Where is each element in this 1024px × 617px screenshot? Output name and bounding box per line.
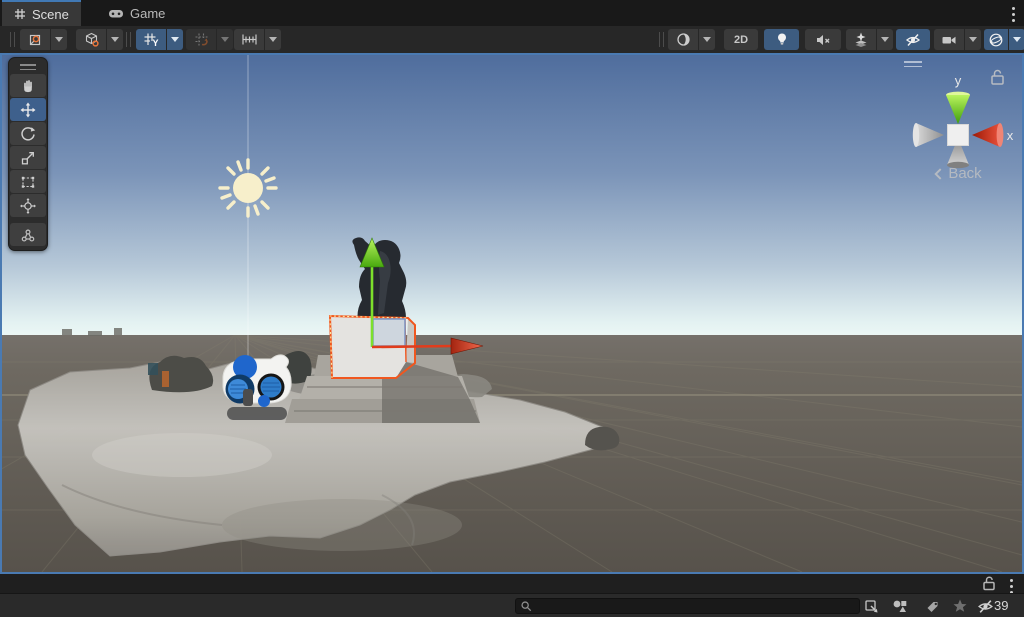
toolbar-separator bbox=[659, 32, 664, 47]
effects-dropdown[interactable] bbox=[877, 29, 893, 50]
scale-tool-button[interactable] bbox=[10, 146, 46, 169]
gizmo-globe-icon bbox=[988, 32, 1004, 48]
object-types-icon[interactable] bbox=[891, 597, 909, 615]
grid-snap-icon bbox=[194, 32, 209, 47]
eye-slash-icon[interactable] bbox=[976, 597, 994, 615]
2d-toggle-button[interactable]: 2D bbox=[724, 29, 758, 50]
tool-handle-dropdown[interactable] bbox=[107, 29, 123, 50]
tool-settings-dropdown[interactable] bbox=[51, 29, 67, 50]
gizmos-dropdown[interactable] bbox=[1009, 29, 1024, 50]
lightbulb-icon bbox=[775, 32, 789, 47]
xy-plane-handle[interactable] bbox=[373, 319, 405, 346]
scale-icon bbox=[20, 150, 36, 166]
gizmos-button[interactable] bbox=[984, 29, 1024, 50]
effects-button[interactable] bbox=[846, 29, 893, 50]
rotate-icon bbox=[20, 126, 36, 142]
gizmo-center-cube[interactable] bbox=[948, 125, 969, 146]
star-icon[interactable] bbox=[951, 597, 969, 615]
grid-snapping-button[interactable] bbox=[186, 29, 233, 50]
unlocked-padlock-icon[interactable] bbox=[982, 576, 996, 591]
tool-handle-rotation-button[interactable] bbox=[76, 29, 123, 50]
transform-combined-icon bbox=[20, 198, 36, 214]
tab-scene[interactable]: Scene bbox=[2, 0, 81, 26]
shaded-sphere-icon bbox=[676, 32, 691, 47]
kebab-menu-icon[interactable] bbox=[1006, 7, 1020, 22]
custom-tool-button[interactable] bbox=[10, 223, 46, 246]
camera-dropdown[interactable] bbox=[965, 29, 981, 50]
status-bar: 39 bbox=[0, 593, 1024, 617]
search-icon bbox=[520, 600, 532, 612]
eye-slash-icon bbox=[905, 32, 921, 48]
draw-mode-button[interactable] bbox=[668, 29, 715, 50]
gizmo-neg-x-axis[interactable] bbox=[913, 123, 944, 147]
transform-tool-button[interactable] bbox=[10, 194, 46, 217]
tag-icon[interactable] bbox=[923, 597, 941, 615]
grid-visibility-dropdown[interactable] bbox=[167, 29, 183, 50]
tab-bar: Scene Game bbox=[0, 0, 1024, 26]
effects-sparkle-icon bbox=[853, 32, 869, 48]
hidden-count: 39 bbox=[994, 598, 1008, 613]
toolbar-separator bbox=[126, 32, 131, 47]
grid-visibility-button[interactable]: Y bbox=[136, 29, 183, 50]
ruler-ticks-icon bbox=[241, 33, 258, 46]
scene-footer-bar bbox=[0, 574, 1024, 593]
camera-settings-button[interactable] bbox=[934, 29, 981, 50]
unlocked-padlock-icon[interactable] bbox=[992, 71, 1003, 85]
gizmo-y-label: y bbox=[955, 73, 962, 88]
tool-settings-button[interactable] bbox=[20, 29, 67, 50]
gizmo-back-label: Back bbox=[948, 165, 981, 182]
gizmo-back-button[interactable]: Back bbox=[896, 165, 1022, 182]
hand-icon bbox=[20, 78, 36, 94]
pivot-icon bbox=[28, 33, 42, 47]
view-tool-button[interactable] bbox=[10, 74, 46, 97]
pick-frame-icon[interactable] bbox=[862, 597, 880, 615]
rect-corners-icon bbox=[20, 174, 36, 190]
tool-palette bbox=[8, 57, 48, 251]
tab-game-label: Game bbox=[130, 6, 165, 21]
headset-object[interactable] bbox=[223, 355, 291, 420]
gizmo-x-axis[interactable] bbox=[972, 123, 1003, 147]
move-tool-button[interactable] bbox=[10, 98, 46, 121]
grid-hash-icon bbox=[14, 8, 26, 20]
rotate-tool-button[interactable] bbox=[10, 122, 46, 145]
camera-icon bbox=[941, 33, 957, 47]
scene-toolbar: Y bbox=[0, 26, 1024, 53]
speaker-mute-icon bbox=[815, 33, 831, 47]
directional-light-icon[interactable] bbox=[220, 160, 276, 216]
svg-text:Y: Y bbox=[152, 38, 158, 47]
chevron-left-icon bbox=[935, 168, 946, 179]
sky bbox=[2, 55, 1022, 337]
draw-mode-dropdown[interactable] bbox=[699, 29, 715, 50]
tab-game[interactable]: Game bbox=[96, 0, 177, 26]
orientation-gizmo: y x Back bbox=[896, 57, 1022, 187]
kebab-menu-icon[interactable] bbox=[1004, 579, 1018, 594]
scene-visibility-button[interactable] bbox=[896, 29, 930, 50]
grid-axis-icon: Y bbox=[143, 32, 160, 47]
scene-viewport[interactable] bbox=[0, 53, 1024, 574]
cube-orbit-icon bbox=[84, 32, 99, 47]
snap-increment-button[interactable] bbox=[234, 29, 281, 50]
node-graph-icon bbox=[20, 227, 36, 243]
gizmo-x-label: x bbox=[1007, 128, 1014, 143]
scene-render bbox=[2, 55, 1022, 572]
palette-drag-handle[interactable] bbox=[10, 61, 46, 73]
audio-mute-button[interactable] bbox=[805, 29, 841, 50]
toolbar-separator bbox=[10, 32, 15, 47]
rect-tool-button[interactable] bbox=[10, 170, 46, 193]
search-input[interactable] bbox=[532, 600, 855, 612]
scene-lighting-button[interactable] bbox=[764, 29, 799, 50]
move-arrows-icon bbox=[20, 102, 36, 118]
2d-label: 2D bbox=[734, 34, 748, 46]
gamepad-icon bbox=[108, 8, 124, 19]
x-axis-arrow[interactable] bbox=[372, 346, 452, 347]
gizmo-y-axis[interactable] bbox=[946, 92, 970, 124]
unity-editor-window: Scene Game bbox=[0, 0, 1024, 617]
search-box[interactable] bbox=[515, 598, 860, 614]
tab-scene-label: Scene bbox=[32, 7, 69, 22]
grid-snapping-dropdown[interactable] bbox=[217, 29, 233, 50]
snap-increment-dropdown[interactable] bbox=[265, 29, 281, 50]
